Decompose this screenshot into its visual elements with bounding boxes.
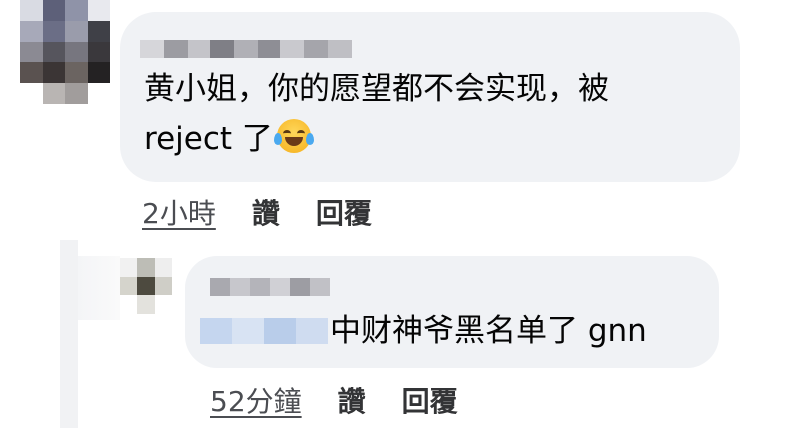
replier-name-blurred[interactable] <box>210 278 330 296</box>
like-button[interactable]: 讚 <box>252 192 280 232</box>
reply-button[interactable]: 回覆 <box>316 192 372 232</box>
face-with-tears-of-joy-icon <box>273 119 314 153</box>
reply-like-button[interactable]: 讚 <box>338 380 366 420</box>
reply-reply-button[interactable]: 回覆 <box>402 380 458 420</box>
thread-connector <box>60 240 78 428</box>
reply-timestamp[interactable]: 52分鐘 <box>210 380 302 420</box>
comment-text-line-2: reject 了 <box>144 116 314 162</box>
comment-actions: 2小時 讚 回覆 <box>142 192 372 232</box>
thread-connector-branch <box>78 256 120 320</box>
comment-text-line-2-label: reject 了 <box>144 121 273 157</box>
reply-actions: 52分鐘 讚 回覆 <box>210 380 458 420</box>
reply-mention-blurred[interactable] <box>200 318 328 344</box>
reply-text: 中财神爷黑名单了 gnn <box>330 313 647 349</box>
comment-text-line-1: 黄小姐，你的愿望都不会实现，被 <box>144 71 609 107</box>
avatar-commenter[interactable] <box>20 0 110 104</box>
avatar-replier[interactable] <box>120 258 172 314</box>
commenter-name-blurred[interactable] <box>140 40 352 58</box>
comment-timestamp[interactable]: 2小時 <box>142 192 216 232</box>
